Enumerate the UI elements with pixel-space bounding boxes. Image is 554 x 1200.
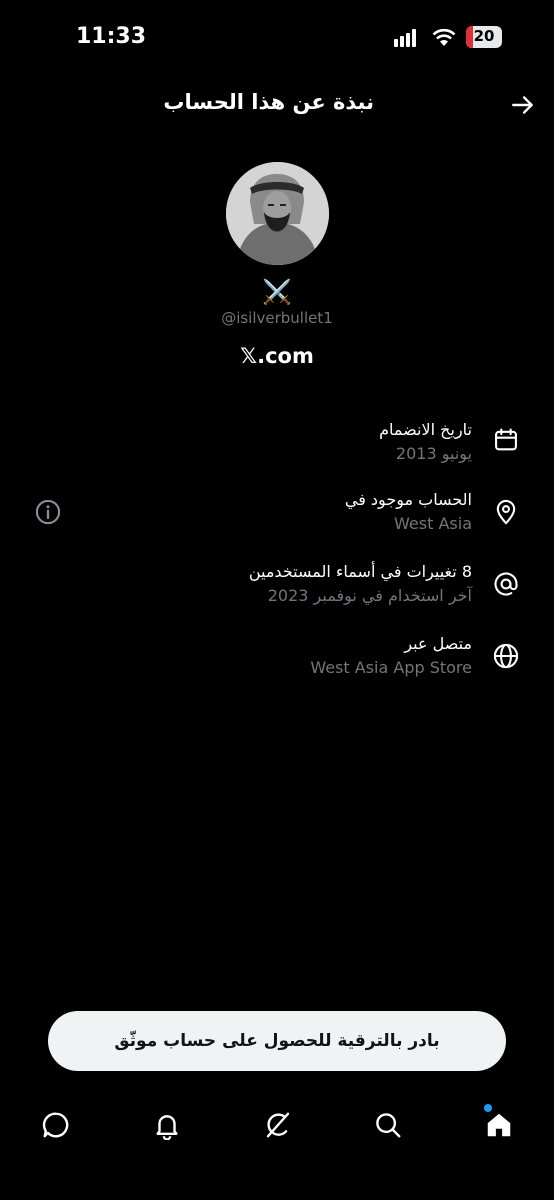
row-title: تاريخ الانضمام <box>379 420 472 439</box>
page-title: نبذة عن هذا الحساب <box>163 90 374 114</box>
at-sign-icon <box>494 572 518 596</box>
row-connected-via: متصل عبر West Asia App Store <box>0 634 554 694</box>
battery-level: 20 <box>473 27 495 45</box>
row-subtitle: يونيو 2013 <box>395 444 472 463</box>
status-time: 11:33 <box>76 24 147 49</box>
home-icon[interactable] <box>484 1110 514 1140</box>
avatar-portrait-image <box>226 162 329 265</box>
row-join-date: تاريخ الانضمام يونيو 2013 <box>0 420 554 480</box>
avatar[interactable] <box>226 162 329 265</box>
row-subtitle: West Asia <box>394 514 472 533</box>
globe-icon <box>493 643 519 669</box>
calendar-icon <box>495 428 517 451</box>
cellular-signal-icon <box>394 29 416 47</box>
row-title: متصل عبر <box>404 634 472 653</box>
row-subtitle: آخر استخدام في نوفمبر 2023 <box>267 586 472 605</box>
arrow-right-icon[interactable] <box>510 92 536 118</box>
row-title: الحساب موجود في <box>344 490 472 509</box>
upgrade-verified-button[interactable]: بادر بالترقية للحصول على حساب موثّق <box>48 1011 506 1071</box>
profile-emoji: ⚔️ <box>262 278 292 306</box>
grok-icon[interactable] <box>263 1110 293 1140</box>
wifi-icon <box>432 28 456 46</box>
notifications-icon[interactable] <box>152 1110 182 1140</box>
row-subtitle: West Asia App Store <box>310 658 472 677</box>
search-icon[interactable] <box>373 1110 403 1140</box>
home-notification-dot <box>484 1104 492 1112</box>
profile-handle: @isilverbullet1 <box>221 309 333 327</box>
location-pin-icon <box>496 499 516 525</box>
profile-website[interactable]: 𝕏.com <box>0 344 554 368</box>
row-account-location: الحساب موجود في West Asia <box>0 490 554 550</box>
battery-indicator: 20 <box>466 26 502 48</box>
row-title: 8 تغييرات في أسماء المستخدمين <box>248 562 472 581</box>
row-username-changes: 8 تغييرات في أسماء المستخدمين آخر استخدا… <box>0 562 554 622</box>
info-icon[interactable] <box>34 498 62 526</box>
messages-icon[interactable] <box>41 1110 71 1140</box>
